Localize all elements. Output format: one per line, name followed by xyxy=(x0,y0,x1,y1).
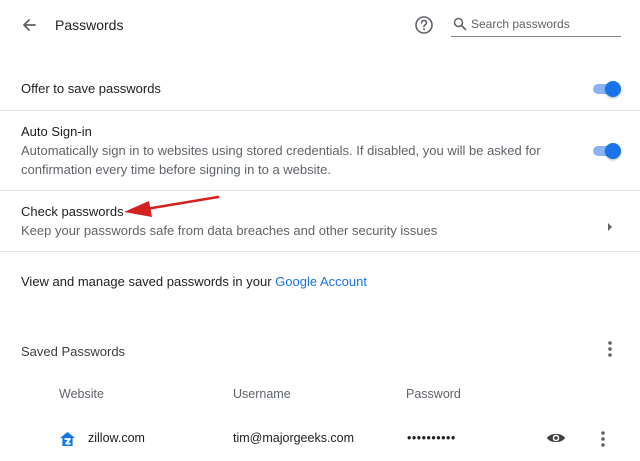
row-password: •••••••••• xyxy=(407,431,456,445)
arrow-back-icon xyxy=(23,19,36,31)
zillow-logo-icon xyxy=(60,432,75,446)
chevron-right-icon[interactable] xyxy=(606,222,614,232)
page-title: Passwords xyxy=(55,17,124,33)
auto-signin-toggle[interactable] xyxy=(591,143,621,159)
check-passwords-title: Check passwords xyxy=(21,204,124,219)
search-field xyxy=(451,14,621,37)
search-icon xyxy=(453,17,467,31)
more-vert-icon[interactable] xyxy=(603,340,617,358)
toggle-knob xyxy=(605,81,621,97)
back-button[interactable] xyxy=(18,14,40,36)
row-more-vert-icon[interactable] xyxy=(596,430,610,448)
offer-to-save-toggle[interactable] xyxy=(591,81,621,97)
offer-to-save-row: Offer to save passwords xyxy=(0,68,640,111)
saved-passwords-heading: Saved Passwords xyxy=(21,344,126,359)
search-input[interactable] xyxy=(471,14,619,34)
help-icon xyxy=(415,16,433,34)
auto-signin-title: Auto Sign-in xyxy=(21,124,92,139)
check-passwords-description: Keep your passwords safe from data breac… xyxy=(21,223,438,238)
toggle-knob xyxy=(605,143,621,159)
manage-passwords-label: View and manage saved passwords in your xyxy=(21,274,276,289)
column-header-password: Password xyxy=(406,387,461,401)
row-username: tim@majorgeeks.com xyxy=(233,431,355,445)
check-passwords-row[interactable]: Check passwords Keep your passwords safe… xyxy=(0,191,640,252)
auto-signin-row: Auto Sign-in Automatically sign in to we… xyxy=(0,111,640,191)
annotation-arrow xyxy=(124,195,220,217)
auto-signin-description: Automatically sign in to websites using … xyxy=(21,143,541,177)
offer-to-save-label: Offer to save passwords xyxy=(21,81,161,96)
column-header-username: Username xyxy=(233,387,291,401)
help-button[interactable] xyxy=(413,14,435,36)
eye-icon[interactable] xyxy=(546,431,566,445)
row-website: zillow.com xyxy=(88,431,145,445)
column-header-website: Website xyxy=(59,387,104,401)
manage-passwords-text: View and manage saved passwords in your … xyxy=(21,274,367,289)
header: Passwords xyxy=(0,0,640,50)
google-account-link[interactable]: Google Account xyxy=(275,274,367,289)
